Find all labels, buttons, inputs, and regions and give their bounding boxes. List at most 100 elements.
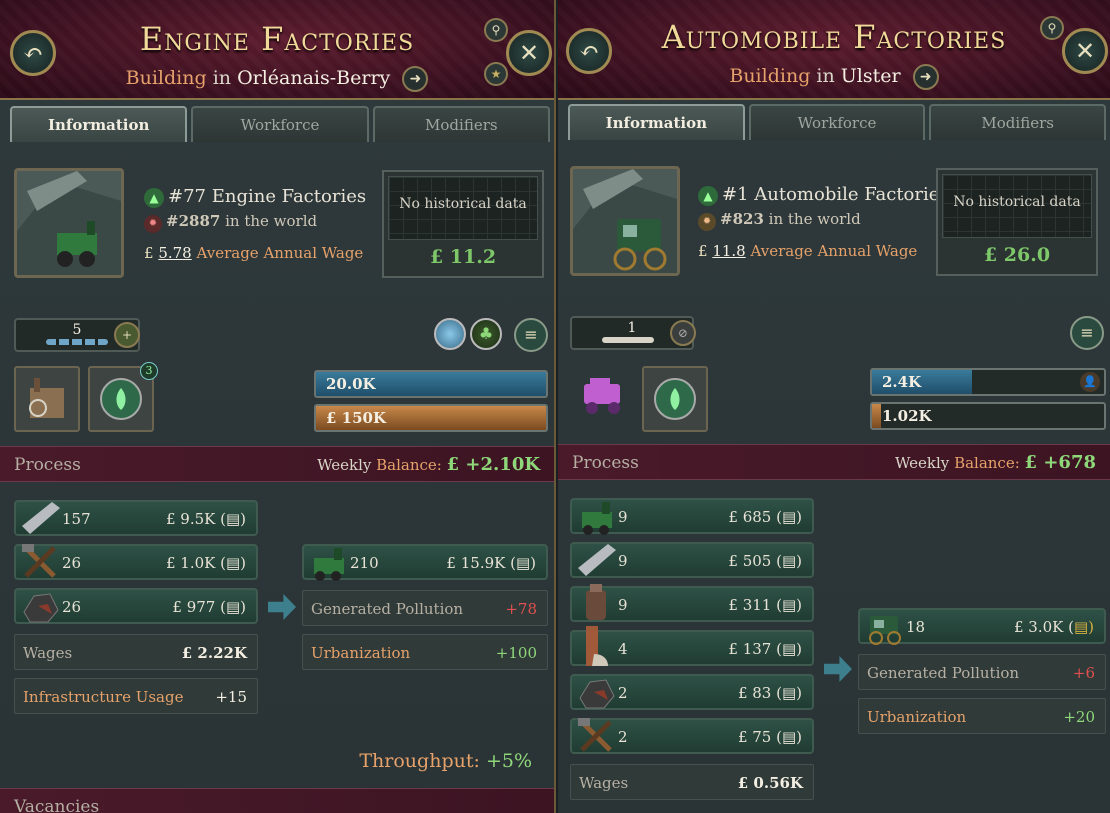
input-goods-coal[interactable]: 26 £ 977 (▤) bbox=[14, 588, 258, 624]
cash-reserve-value: 1.02K bbox=[882, 407, 932, 425]
input-price: £ 1.0K (▤) bbox=[166, 554, 246, 572]
historical-chart[interactable]: No historical data £ 11.2 bbox=[382, 170, 544, 278]
go-to-location-icon[interactable]: ➜ bbox=[912, 64, 939, 90]
automobile-good-icon bbox=[578, 376, 632, 416]
power-plant-icon[interactable] bbox=[642, 366, 708, 432]
output-goods-automobiles[interactable]: 18 £ 3.0K (▤) bbox=[858, 608, 1106, 645]
coins-icon: ▤) bbox=[781, 596, 802, 614]
panel-header: ↶ Automobile Factories Building in Ulste… bbox=[558, 0, 1110, 100]
input-goods-coal[interactable]: 2 £ 83 (▤) bbox=[570, 674, 814, 710]
coins-icon: ▤) bbox=[781, 728, 802, 746]
input-price-text: £ 137 ( bbox=[728, 640, 782, 658]
location-link[interactable]: Ulster bbox=[841, 65, 901, 87]
infrastructure-value: +15 bbox=[215, 688, 247, 706]
tab-workforce[interactable]: Workforce bbox=[748, 104, 926, 140]
output-count: 210 bbox=[350, 554, 379, 572]
average-wage: £ 5.78 Average Annual Wage bbox=[144, 244, 363, 262]
input-goods-engine[interactable]: 9 £ 685 (▤) bbox=[570, 498, 814, 535]
coal-icon bbox=[23, 593, 59, 623]
tab-workforce[interactable]: Workforce bbox=[191, 106, 369, 142]
wage-label: Average Annual Wage bbox=[196, 244, 364, 262]
weekly-balance: Weekly Balance: £ +2.10K bbox=[317, 454, 540, 475]
urbanization-value: +20 bbox=[1063, 708, 1095, 726]
balance-key: Balance: bbox=[376, 456, 442, 474]
go-to-location-icon[interactable]: ➜ bbox=[402, 66, 429, 92]
input-goods-tools[interactable]: 2 £ 75 (▤) bbox=[570, 718, 814, 754]
input-count: 9 bbox=[618, 552, 628, 570]
wages-label: Wages bbox=[23, 644, 73, 662]
production-method-icon[interactable] bbox=[14, 366, 80, 432]
input-goods-oil[interactable]: 9 £ 311 (▤) bbox=[570, 584, 814, 622]
coins-icon: ▤) bbox=[225, 510, 246, 528]
hiring-icon[interactable]: 👤 bbox=[1080, 372, 1100, 392]
employment-bar[interactable]: 20.0K bbox=[314, 370, 548, 398]
building-panel-automobile-factories: ↶ Automobile Factories Building in Ulste… bbox=[558, 0, 1110, 813]
input-price: £ 311 (▤) bbox=[728, 596, 802, 614]
close-button[interactable]: ✕ bbox=[506, 30, 552, 76]
history-value: £ 11.2 bbox=[429, 246, 497, 268]
coins-icon: ▤) bbox=[225, 598, 246, 616]
world-rank-text: in the world bbox=[768, 210, 861, 228]
level-bar bbox=[602, 337, 654, 343]
oil-icon bbox=[586, 584, 606, 620]
input-count: 4 bbox=[618, 640, 628, 658]
location-link[interactable]: Orléanais-Berry bbox=[237, 67, 390, 89]
input-count: 26 bbox=[62, 554, 82, 572]
process-label: Process bbox=[572, 453, 639, 473]
menu-icon[interactable]: ≡ bbox=[514, 318, 548, 352]
input-goods-steel[interactable]: 157 £ 9.5K (▤) bbox=[14, 500, 258, 536]
tab-information[interactable]: Information bbox=[10, 106, 188, 142]
vacancies-label: Vacancies bbox=[14, 797, 100, 813]
panel-header: ↶ Engine Factories Building in Orléanais… bbox=[0, 0, 554, 100]
cash-reserve-bar[interactable]: 1.02K bbox=[870, 402, 1106, 430]
balance-weekly-text: Weekly bbox=[894, 454, 950, 472]
employment-value: 20.0K bbox=[326, 375, 376, 393]
infrastructure-label: Infrastructure Usage bbox=[23, 688, 184, 706]
build-level-button-disabled[interactable]: ⊘ bbox=[670, 320, 696, 346]
tab-modifiers[interactable]: Modifiers bbox=[929, 104, 1107, 140]
pin-icon[interactable]: ⚲ bbox=[1040, 16, 1064, 40]
output-price-text: £ 15.9K ( bbox=[446, 554, 516, 572]
pin-icon[interactable]: ⚲ bbox=[484, 18, 508, 42]
process-section-header: Process Weekly Balance: £ +678 bbox=[558, 444, 1110, 480]
automobile-factory-illustration bbox=[573, 169, 677, 273]
input-price: £ 9.5K (▤) bbox=[166, 510, 246, 528]
automobile-icon bbox=[869, 616, 901, 645]
balance-value: £ +2.10K bbox=[446, 454, 540, 475]
wage-value: 11.8 bbox=[712, 242, 746, 260]
power-plant-icon[interactable]: 3 bbox=[88, 362, 158, 432]
historical-chart[interactable]: No historical data £ 26.0 bbox=[936, 168, 1098, 276]
input-goods-steel[interactable]: 9 £ 505 (▤) bbox=[570, 542, 814, 578]
coins-icon: ▤) bbox=[781, 508, 802, 526]
wages-value: £ 2.22K bbox=[181, 644, 247, 662]
input-goods-tools[interactable]: 26 £ 1.0K (▤) bbox=[14, 544, 258, 580]
currency-icon: £ bbox=[698, 242, 708, 260]
tab-information[interactable]: Information bbox=[568, 104, 745, 140]
world-rank-icon: ✹ bbox=[144, 215, 162, 233]
employment-bar[interactable]: 2.4K 👤 bbox=[870, 368, 1106, 396]
tab-bar: Information Workforce Modifiers bbox=[568, 104, 1107, 140]
infrastructure-row: Infrastructure Usage +15 bbox=[14, 678, 258, 714]
pollution-row: Generated Pollution +6 bbox=[858, 654, 1106, 690]
output-goods-engines[interactable]: 210 £ 15.9K (▤) bbox=[302, 544, 548, 581]
pollution-value: +6 bbox=[1072, 664, 1095, 682]
fire-icon bbox=[654, 378, 696, 420]
input-count: 2 bbox=[618, 684, 628, 702]
panel-subtitle: Building in Ulster ➜ bbox=[558, 64, 1110, 90]
input-price-text: £ 685 ( bbox=[728, 508, 782, 526]
menu-icon[interactable]: ≡ bbox=[1070, 316, 1104, 350]
tab-modifiers[interactable]: Modifiers bbox=[372, 106, 550, 142]
workshop-icon bbox=[29, 378, 64, 418]
output-price: £ 15.9K (▤) bbox=[446, 554, 536, 572]
input-goods-rubber[interactable]: 4 £ 137 (▤) bbox=[570, 626, 814, 666]
engine-factory-illustration bbox=[17, 171, 121, 275]
star-icon[interactable]: ★ bbox=[484, 62, 508, 86]
input-price-text: £ 311 ( bbox=[728, 596, 782, 614]
country-rank-text: #1 Automobile Factories bbox=[722, 184, 949, 205]
expand-level-button[interactable]: + bbox=[114, 322, 140, 348]
input-count: 26 bbox=[62, 598, 82, 616]
world-rank-number: #823 bbox=[720, 210, 764, 228]
close-button[interactable]: ✕ bbox=[1062, 28, 1108, 74]
coins-icon: ▤) bbox=[781, 684, 802, 702]
cash-reserve-bar[interactable]: £ 150K bbox=[314, 404, 548, 432]
